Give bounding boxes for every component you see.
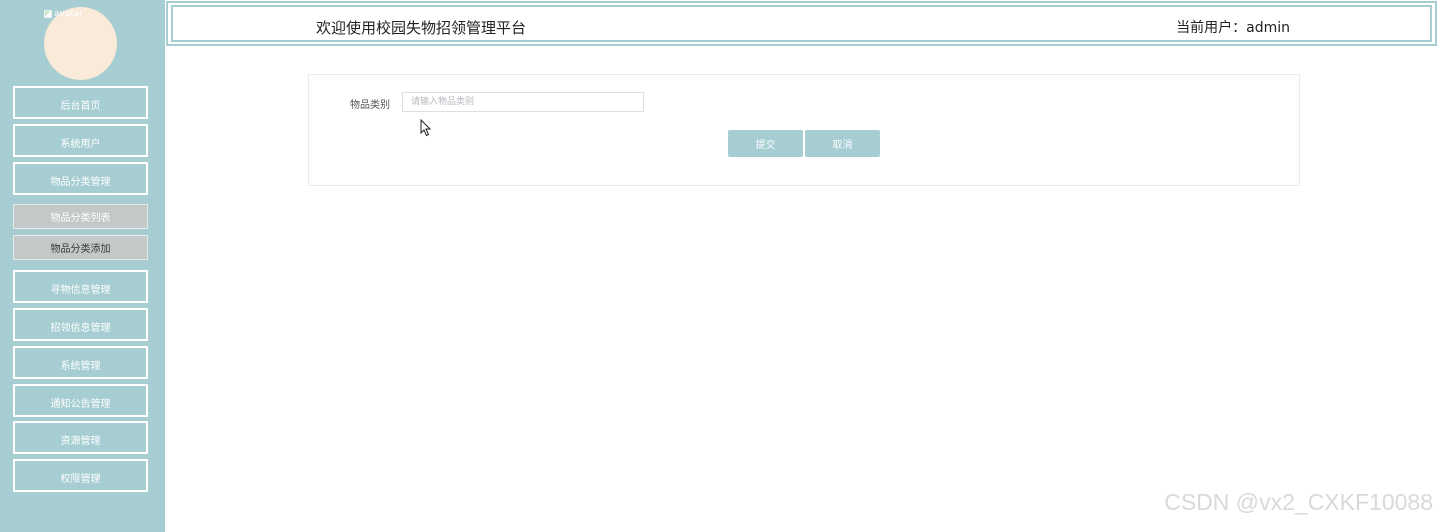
sidebar-item-permission-management[interactable]: 权限管理 [13, 459, 148, 492]
sidebar-item-system-users[interactable]: 系统用户 [13, 124, 148, 157]
category-add-form: 物品类别 提交 取消 [308, 74, 1300, 186]
header-inner-frame: 欢迎使用校园失物招领管理平台 当前用户：admin [171, 5, 1432, 42]
submit-button[interactable]: 提交 [728, 130, 803, 157]
sidebar-subitem-category-list[interactable]: 物品分类列表 [13, 204, 148, 229]
page-title: 欢迎使用校园失物招领管理平台 [316, 19, 527, 37]
sidebar-item-lost-item-management[interactable]: 寻物信息管理 [13, 270, 148, 303]
sidebar-item-home[interactable]: 后台首页 [13, 86, 148, 119]
sidebar-item-notice-management[interactable]: 通知公告管理 [13, 384, 148, 417]
avatar-alt-label: avatar [54, 9, 84, 19]
broken-image-icon [44, 10, 52, 18]
sidebar-item-category-management[interactable]: 物品分类管理 [13, 162, 148, 195]
watermark-text: CSDN @vx2_CXKF10088 [1164, 489, 1433, 515]
category-field-label: 物品类别 [350, 100, 390, 111]
avatar-alt-text: avatar [44, 9, 83, 19]
sidebar: avatar 后台首页 系统用户 物品分类管理 物品分类列表 物品分类添加 寻物… [0, 0, 165, 532]
category-input[interactable] [402, 92, 644, 112]
sidebar-item-found-item-management[interactable]: 招领信息管理 [13, 308, 148, 341]
sidebar-item-resource-management[interactable]: 资源管理 [13, 421, 148, 454]
current-user-label: 当前用户：admin [1176, 20, 1290, 36]
avatar-container: avatar [44, 7, 117, 80]
top-header: 欢迎使用校园失物招领管理平台 当前用户：admin [166, 1, 1437, 46]
cancel-button[interactable]: 取消 [805, 130, 880, 157]
sidebar-item-system-management[interactable]: 系统管理 [13, 346, 148, 379]
sidebar-subitem-category-add[interactable]: 物品分类添加 [13, 235, 148, 260]
mouse-pointer-icon [420, 119, 432, 137]
